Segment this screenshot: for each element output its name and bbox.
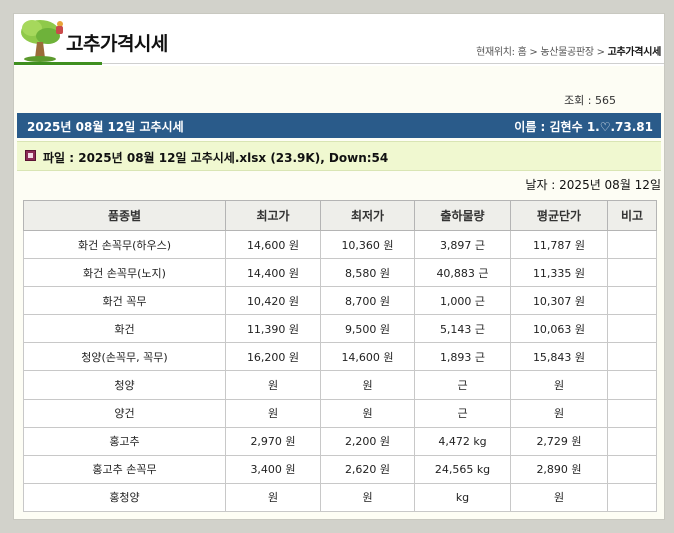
table-cell: 14,600 원 xyxy=(225,229,321,260)
table-cell: 원 xyxy=(510,370,608,400)
table-cell: 근 xyxy=(414,398,511,428)
table-row: 청양(손꼭무, 꼭무) 16,200 원 14,600 원 1,893 근 15… xyxy=(23,342,657,372)
title-underline xyxy=(14,62,102,65)
table-cell: 10,420 원 xyxy=(225,286,321,316)
table-cell xyxy=(607,482,657,512)
column-header: 출하물량 xyxy=(414,200,511,231)
table-cell: 16,200 원 xyxy=(225,342,321,372)
table-cell: 근 xyxy=(414,370,511,400)
table-cell xyxy=(607,286,657,316)
table-cell: 2,729 원 xyxy=(510,426,608,456)
table-cell: 화건 꼭무 xyxy=(23,286,226,316)
table-cell: 원 xyxy=(320,482,415,512)
table-cell: 10,307 원 xyxy=(510,286,608,316)
table-cell: 원 xyxy=(225,482,321,512)
table-cell: 11,390 원 xyxy=(225,314,321,344)
table-cell: 원 xyxy=(320,398,415,428)
table-cell: 홍고추 xyxy=(23,426,226,456)
table-cell: 원 xyxy=(510,398,608,428)
table-cell: 홍고추 손꼭무 xyxy=(23,454,226,484)
table-cell: 양건 xyxy=(23,398,226,428)
table-cell: 4,472 kg xyxy=(414,426,511,456)
table-cell: 화건 xyxy=(23,314,226,344)
post-header-bar: 2025년 08월 12일 고추시세 이름 : 김현수 1.♡.73.81 xyxy=(17,113,661,138)
table-cell: 1,000 근 xyxy=(414,286,511,316)
title-rule xyxy=(102,63,664,64)
table-cell xyxy=(607,454,657,484)
table-cell: 2,200 원 xyxy=(320,426,415,456)
table-row: 화건 손꼭무(노지) 14,400 원 8,580 원 40,883 근 11,… xyxy=(23,258,657,288)
table-cell: 2,620 원 xyxy=(320,454,415,484)
table-row: 화건 꼭무 10,420 원 8,700 원 1,000 근 10,307 원 xyxy=(23,286,657,316)
column-header: 평균단가 xyxy=(510,200,608,231)
table-cell: 2,890 원 xyxy=(510,454,608,484)
table-cell: 청양(손꼭무, 꼭무) xyxy=(23,342,226,372)
table-cell xyxy=(607,258,657,288)
table-cell xyxy=(607,398,657,428)
table-cell xyxy=(607,342,657,372)
table-cell xyxy=(607,229,657,260)
table-cell: 홍청양 xyxy=(23,482,226,512)
table-row: 청양 원 원 근 원 xyxy=(23,370,657,400)
table-cell: 원 xyxy=(320,370,415,400)
table-cell: 2,970 원 xyxy=(225,426,321,456)
table-cell: 1,893 근 xyxy=(414,342,511,372)
table-cell xyxy=(607,426,657,456)
view-count: 조회 : 565 xyxy=(564,94,616,107)
breadcrumb-current: 고추가격시세 xyxy=(607,47,662,58)
column-header: 비고 xyxy=(607,200,657,231)
column-header: 최고가 xyxy=(225,200,321,231)
attachment-link[interactable]: 파일 : 2025년 08월 12일 고추시세.xlsx (23.9K), Do… xyxy=(43,149,388,166)
post-date: 날자 : 2025년 08월 12일 xyxy=(525,178,661,192)
table-cell: 14,600 원 xyxy=(320,342,415,372)
breadcrumb: 현재위치: 홈 > 농산물공판장 > 고추가격시세 xyxy=(476,43,661,58)
column-header: 품종별 xyxy=(23,200,226,231)
table-cell: 40,883 근 xyxy=(414,258,511,288)
table-row: 화건 11,390 원 9,500 원 5,143 근 10,063 원 xyxy=(23,314,657,344)
table-cell: 화건 손꼭무(노지) xyxy=(23,258,226,288)
attachment-row: 파일 : 2025년 08월 12일 고추시세.xlsx (23.9K), Do… xyxy=(17,141,661,171)
table-header-row: 품종별 최고가 최저가 출하물량 평균단가 비고 xyxy=(23,200,657,231)
table-cell: kg xyxy=(414,482,511,512)
tree-icon xyxy=(21,20,63,62)
table-cell xyxy=(607,370,657,400)
table-cell: 24,565 kg xyxy=(414,454,511,484)
table-cell: 11,335 원 xyxy=(510,258,608,288)
page: 고추가격시세 현재위치: 홈 > 농산물공판장 > 고추가격시세 조회 : 56… xyxy=(14,14,664,519)
table-cell: 10,063 원 xyxy=(510,314,608,344)
table-cell: 5,143 근 xyxy=(414,314,511,344)
table-cell: 3,400 원 xyxy=(225,454,321,484)
table-cell: 11,787 원 xyxy=(510,229,608,260)
table-cell: 원 xyxy=(510,482,608,512)
table-cell: 10,360 원 xyxy=(320,229,415,260)
table-row: 홍고추 2,970 원 2,200 원 4,472 kg 2,729 원 xyxy=(23,426,657,456)
title-bar: 고추가격시세 현재위치: 홈 > 농산물공판장 > 고추가격시세 xyxy=(14,14,664,66)
table-cell: 3,897 근 xyxy=(414,229,511,260)
table-cell xyxy=(607,314,657,344)
table-row: 홍청양 원 원 kg 원 xyxy=(23,482,657,512)
breadcrumb-path[interactable]: 현재위치: 홈 > 농산물공판장 > xyxy=(476,47,608,58)
table-cell: 8,580 원 xyxy=(320,258,415,288)
column-header: 최저가 xyxy=(320,200,415,231)
table-row: 양건 원 원 근 원 xyxy=(23,398,657,428)
table-cell: 화건 손꼭무(하우스) xyxy=(23,229,226,260)
table-cell: 15,843 원 xyxy=(510,342,608,372)
post-author: 이름 : 김현수 1.♡.73.81 xyxy=(514,120,653,134)
table-row: 홍고추 손꼭무 3,400 원 2,620 원 24,565 kg 2,890 … xyxy=(23,454,657,484)
table-row: 화건 손꼭무(하우스) 14,600 원 10,360 원 3,897 근 11… xyxy=(23,229,657,260)
table-cell: 청양 xyxy=(23,370,226,400)
table-cell: 원 xyxy=(225,398,321,428)
table-cell: 9,500 원 xyxy=(320,314,415,344)
table-cell: 14,400 원 xyxy=(225,258,321,288)
post-subject: 2025년 08월 12일 고추시세 xyxy=(27,120,184,134)
file-icon xyxy=(25,150,36,161)
page-title: 고추가격시세 xyxy=(66,33,168,55)
table-cell: 원 xyxy=(225,370,321,400)
table-cell: 8,700 원 xyxy=(320,286,415,316)
price-table: 품종별 최고가 최저가 출하물량 평균단가 비고 화건 손꼭무(하우스) 14,… xyxy=(23,200,657,512)
